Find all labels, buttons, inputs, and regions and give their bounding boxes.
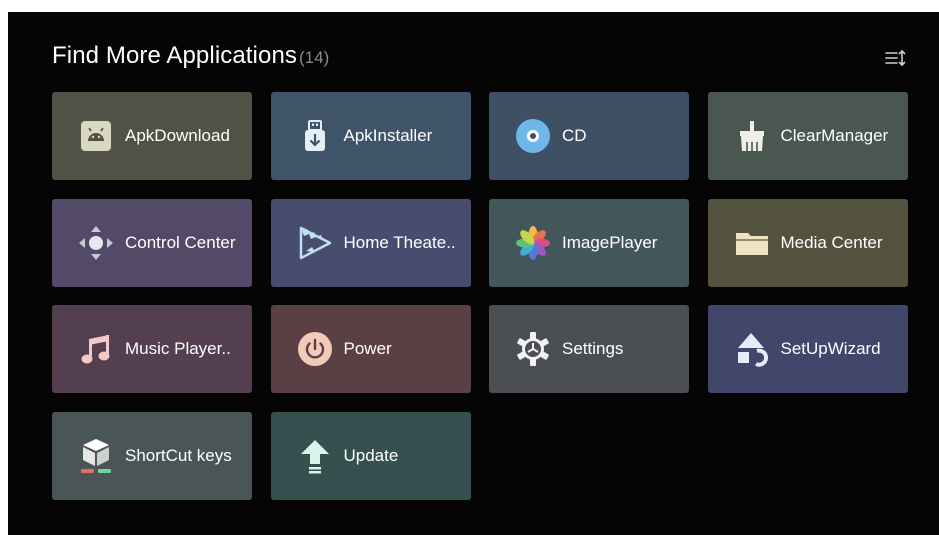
app-screen: Find More Applications (14) ApkDownload … [8, 12, 939, 535]
app-label: CD [562, 126, 587, 145]
app-label: Home Theate.. [343, 232, 456, 252]
app-count: (14) [299, 48, 330, 67]
app-tile-setupwizard[interactable]: SetUpWizard [707, 305, 908, 393]
app-tile-home-theater[interactable]: Home Theate.. [270, 198, 471, 287]
app-label: Power [343, 339, 392, 358]
gear-icon [515, 331, 551, 367]
app-tile-control-center[interactable]: Control Center [52, 198, 252, 287]
app-grid: ApkDownload ApkInstaller CD ClearManager… [52, 92, 908, 500]
pinwheel-icon [515, 225, 551, 261]
app-label: ApkDownload [125, 126, 230, 145]
cd-disc-icon [515, 118, 551, 154]
app-label: SetUpWizard [780, 339, 881, 358]
app-label: Settings [562, 339, 624, 358]
page-header: Find More Applications (14) [52, 42, 329, 78]
android-download-icon [78, 118, 114, 154]
app-label: Control Center [125, 232, 236, 252]
app-tile-apkinstaller[interactable]: ApkInstaller [270, 92, 471, 180]
app-label: ApkInstaller [343, 126, 433, 145]
app-tile-settings[interactable]: Settings [489, 305, 689, 393]
cube-keys-icon [78, 438, 114, 474]
folder-icon [734, 225, 770, 261]
app-tile-power[interactable]: Power [270, 305, 471, 393]
broom-icon [734, 118, 770, 154]
power-icon [297, 331, 333, 367]
page-title: Find More Applications [52, 42, 297, 69]
app-label: Update [343, 445, 399, 465]
app-label: Music Player.. [125, 339, 231, 358]
app-tile-cd[interactable]: CD [489, 92, 689, 180]
sort-list-icon[interactable] [884, 48, 906, 68]
app-label: ShortCut keys [125, 445, 232, 465]
app-tile-update[interactable]: Update [270, 411, 471, 500]
app-label: ImagePlayer [562, 232, 658, 252]
app-tile-shortcut-keys[interactable]: ShortCut keys [52, 411, 252, 500]
app-tile-music-player[interactable]: Music Player.. [52, 305, 252, 393]
music-note-icon [78, 331, 114, 367]
shapes-icon [734, 331, 770, 367]
directional-pad-icon [78, 225, 114, 261]
app-tile-imageplayer[interactable]: ImagePlayer [489, 198, 689, 287]
app-label: Media Center [780, 232, 883, 252]
app-label: ClearManager [780, 126, 889, 145]
usb-installer-icon [297, 118, 333, 154]
app-tile-clearmanager[interactable]: ClearManager [707, 92, 908, 180]
app-tile-media-center[interactable]: Media Center [707, 198, 908, 287]
video-play-icon [297, 225, 333, 261]
upload-arrow-icon [297, 438, 333, 474]
app-tile-apkdownload[interactable]: ApkDownload [52, 92, 252, 180]
